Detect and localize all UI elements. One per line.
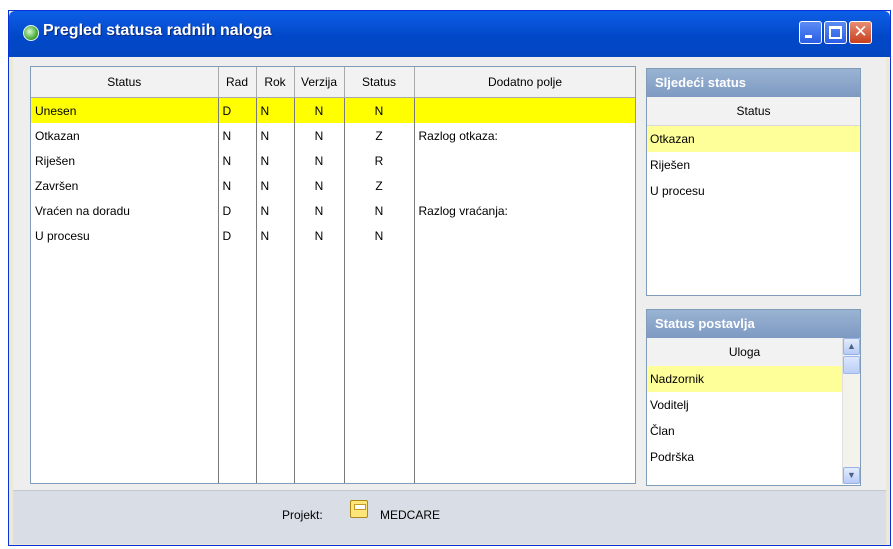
cell-status: Završen xyxy=(31,173,219,198)
cell-status: Otkazan xyxy=(31,123,219,148)
minimize-button[interactable] xyxy=(799,21,822,44)
main-panel: Status Rad Rok Verzija Status Dodatno po… xyxy=(13,57,886,490)
list-item[interactable]: Podrška xyxy=(647,444,842,470)
status-grid[interactable]: Status Rad Rok Verzija Status Dodatno po… xyxy=(30,66,636,484)
grid-header-row: Status Rad Rok Verzija Status Dodatno po… xyxy=(31,67,635,98)
list-item[interactable]: Član xyxy=(647,418,842,444)
scroll-up-button[interactable]: ▲ xyxy=(843,338,860,355)
cell-dodatno-polje xyxy=(414,97,635,123)
status-set-by-panel: Status postavlja Uloga Nadzornik Voditel… xyxy=(646,309,861,486)
status-overview-window: Pregled statusa radnih naloga ✕ Status R… xyxy=(8,10,891,546)
role-list-scrollbar[interactable]: ▲ ▼ xyxy=(842,338,860,484)
window-content: Status Rad Rok Verzija Status Dodatno po… xyxy=(13,57,886,544)
cell-status-code: N xyxy=(344,223,415,248)
cell-status-code: N xyxy=(344,97,415,123)
list-item[interactable]: Voditelj xyxy=(647,392,842,418)
list-item[interactable]: Riješen xyxy=(647,152,860,178)
table-row[interactable]: Riješen N N N R xyxy=(31,148,635,173)
cell-verzija: N xyxy=(294,123,345,148)
cell-verzija: N xyxy=(294,223,345,248)
grid-empty-area xyxy=(31,248,635,483)
table-row[interactable]: Otkazan N N N Z Razlog otkaza: xyxy=(31,123,635,148)
close-button[interactable]: ✕ xyxy=(849,21,872,44)
list-item[interactable]: U procesu xyxy=(647,178,860,204)
cell-rad: N xyxy=(218,123,257,148)
column-header-status-code[interactable]: Status xyxy=(344,67,415,98)
cell-rad: D xyxy=(218,97,257,123)
app-icon xyxy=(23,25,39,41)
list-item[interactable]: Nadzornik xyxy=(647,366,842,392)
cell-rok: N xyxy=(256,123,295,148)
cell-rad: D xyxy=(218,223,257,248)
scroll-thumb[interactable] xyxy=(843,356,860,374)
table-row[interactable]: Unesen D N N N xyxy=(31,97,635,123)
cell-rad: N xyxy=(218,173,257,198)
cell-status-code: N xyxy=(344,198,415,223)
cell-dodatno-polje xyxy=(414,223,635,248)
cell-rok: N xyxy=(256,148,295,173)
column-header-status[interactable]: Status xyxy=(31,67,219,98)
next-status-panel: Sljedeći status Status Otkazan Riješen U… xyxy=(646,68,861,296)
footer-bar: Projekt: MEDCARE xyxy=(13,490,886,544)
cell-status-code: R xyxy=(344,148,415,173)
column-header-dodatno-polje[interactable]: Dodatno polje xyxy=(414,67,635,98)
project-label: Projekt: xyxy=(282,508,323,522)
project-name: MEDCARE xyxy=(380,508,441,522)
column-header-rok[interactable]: Rok xyxy=(256,67,295,98)
cell-status-code: Z xyxy=(344,173,415,198)
title-bar[interactable]: Pregled statusa radnih naloga ✕ xyxy=(9,11,890,57)
cell-rok: N xyxy=(256,198,295,223)
status-set-by-title: Status postavlja xyxy=(647,310,860,338)
role-column-header[interactable]: Uloga xyxy=(647,338,842,367)
cell-dodatno-polje: Razlog vraćanja: xyxy=(414,198,635,223)
cell-status: U procesu xyxy=(31,223,219,248)
list-item[interactable]: Otkazan xyxy=(647,126,860,152)
cell-rad: D xyxy=(218,198,257,223)
column-header-rad[interactable]: Rad xyxy=(218,67,257,98)
next-status-column-header[interactable]: Status xyxy=(647,97,860,126)
table-row[interactable]: Vraćen na doradu D N N N Razlog vraćanja… xyxy=(31,198,635,223)
cell-rok: N xyxy=(256,173,295,198)
cell-dodatno-polje xyxy=(414,148,635,173)
cell-dodatno-polje: Razlog otkaza: xyxy=(414,123,635,148)
cell-status: Riješen xyxy=(31,148,219,173)
project-folder-icon xyxy=(350,500,368,518)
cell-status: Vraćen na doradu xyxy=(31,198,219,223)
minimize-icon xyxy=(805,35,812,38)
role-list: Nadzornik Voditelj Član Podrška xyxy=(647,366,842,470)
cell-rad: N xyxy=(218,148,257,173)
cell-verzija: N xyxy=(294,148,345,173)
cell-status-code: Z xyxy=(344,123,415,148)
close-icon: ✕ xyxy=(853,22,868,42)
cell-rok: N xyxy=(256,223,295,248)
cell-verzija: N xyxy=(294,173,345,198)
column-header-verzija[interactable]: Verzija xyxy=(294,67,345,98)
maximize-icon xyxy=(829,26,842,39)
cell-verzija: N xyxy=(294,198,345,223)
next-status-title: Sljedeći status xyxy=(647,69,860,97)
table-row[interactable]: Završen N N N Z xyxy=(31,173,635,198)
window-title: Pregled statusa radnih naloga xyxy=(43,22,272,39)
maximize-button[interactable] xyxy=(824,21,847,44)
cell-dodatno-polje xyxy=(414,173,635,198)
cell-verzija: N xyxy=(294,97,345,123)
cell-rok: N xyxy=(256,97,295,123)
scroll-down-button[interactable]: ▼ xyxy=(843,467,860,484)
cell-status: Unesen xyxy=(31,97,219,123)
table-row[interactable]: U procesu D N N N xyxy=(31,223,635,248)
